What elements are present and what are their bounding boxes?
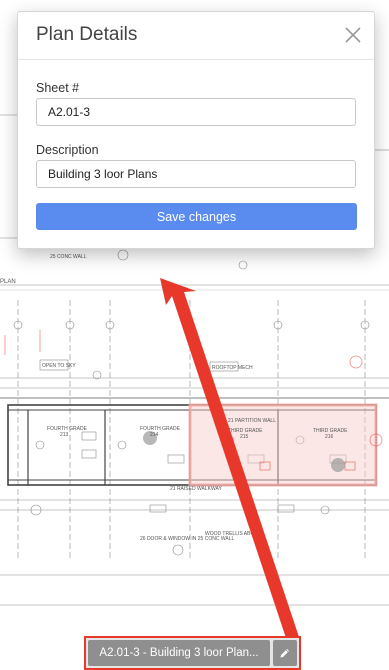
save-changes-button[interactable]: Save changes [36,203,357,230]
svg-text:21 PARTITION WALL: 21 PARTITION WALL [228,418,276,424]
description-label: Description [36,143,99,157]
sheet-number-label: Sheet # [36,81,80,95]
close-button[interactable] [344,26,362,44]
close-icon [345,27,361,43]
pencil-icon [280,649,289,658]
edit-sheet-button[interactable] [273,640,297,666]
svg-text:WOOD TRELLIS ABOVE: WOOD TRELLIS ABOVE [205,531,262,537]
svg-text:214: 214 [150,432,159,438]
modal-title: Plan Details [36,24,138,45]
plan-label: PLAN [0,279,16,285]
sheet-title-button[interactable]: A2.01-3 - Building 3 loor Plan... [88,640,270,666]
svg-text:OPEN TO SKY: OPEN TO SKY [42,363,76,369]
sheet-selector-bar: A2.01-3 - Building 3 loor Plan... [84,636,301,670]
svg-text:ROOFTOP MECH: ROOFTOP MECH [212,365,253,371]
description-input[interactable] [36,160,356,188]
sheet-number-input[interactable] [36,98,356,126]
svg-text:25 CONC WALL: 25 CONC WALL [50,254,87,260]
plan-details-modal: Plan Details Sheet # Description Save ch… [17,11,375,249]
svg-text:216: 216 [325,434,334,440]
svg-text:215: 215 [240,434,249,440]
svg-text:213: 213 [60,432,69,438]
modal-header: Plan Details [18,12,374,60]
svg-text:21 RAISED WALKWAY: 21 RAISED WALKWAY [170,486,222,492]
svg-text:FOURTH GRADE: FOURTH GRADE [140,426,181,432]
